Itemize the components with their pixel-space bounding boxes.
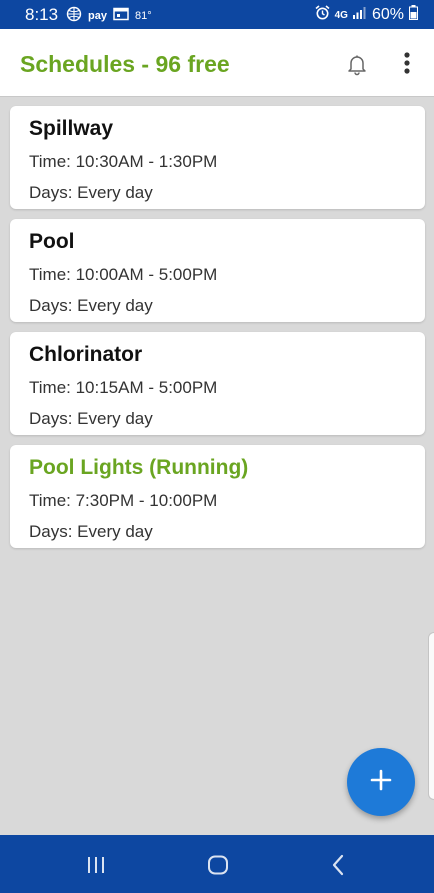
back-icon[interactable] [330,854,346,881]
network-label: 4G [334,9,348,21]
status-right-icons: 4G 60% [315,5,418,25]
schedule-card[interactable]: Chlorinator Time: 10:15AM - 5:00PM Days:… [10,332,425,435]
schedule-card[interactable]: Pool Time: 10:00AM - 5:00PM Days: Every … [10,219,425,322]
schedule-card-running[interactable]: Pool Lights (Running) Time: 7:30PM - 10:… [10,445,425,548]
schedule-days: Days: Every day [29,409,153,428]
home-icon[interactable] [207,855,229,880]
schedule-list: Spillway Time: 10:30AM - 1:30PM Days: Ev… [10,106,425,558]
battery-percent: 60% [371,6,404,23]
schedule-days: Days: Every day [29,183,153,202]
schedule-name: Chlorinator [29,343,143,366]
schedule-time: Time: 10:30AM - 1:30PM [29,152,218,171]
alarm-icon [315,5,330,25]
scroll-handle[interactable] [428,632,434,800]
pay-label: pay [88,9,107,22]
bell-icon[interactable] [344,51,370,77]
schedule-name: Pool [29,230,75,253]
schedule-time: Time: 10:00AM - 5:00PM [29,265,218,284]
page-title: Schedules - 96 free [20,51,230,77]
status-left-icons: pay 81° [66,6,152,25]
status-time: 8:13 [25,5,59,24]
calendar-icon [113,7,129,24]
schedule-name: Spillway [29,117,114,140]
schedule-card[interactable]: Spillway Time: 10:30AM - 1:30PM Days: Ev… [10,106,425,209]
battery-icon [409,5,418,25]
schedule-days: Days: Every day [29,522,153,541]
schedule-days: Days: Every day [29,296,153,315]
schedule-time: Time: 10:15AM - 5:00PM [29,378,218,397]
temperature-label: 81° [134,9,152,22]
signal-icon [352,6,367,24]
add-schedule-button[interactable] [347,748,415,816]
globe-icon [66,6,82,25]
recent-apps-icon[interactable] [86,855,106,880]
plus-icon [370,769,392,796]
schedule-time: Time: 7:30PM - 10:00PM [29,491,218,510]
schedule-name: Pool Lights (Running) [29,456,249,479]
more-vert-icon[interactable] [396,50,418,76]
app-bar: Schedules - 96 free [0,29,434,97]
status-bar: 8:13 pay 81° 4G 60% [0,0,434,29]
system-nav-bar [0,835,434,893]
